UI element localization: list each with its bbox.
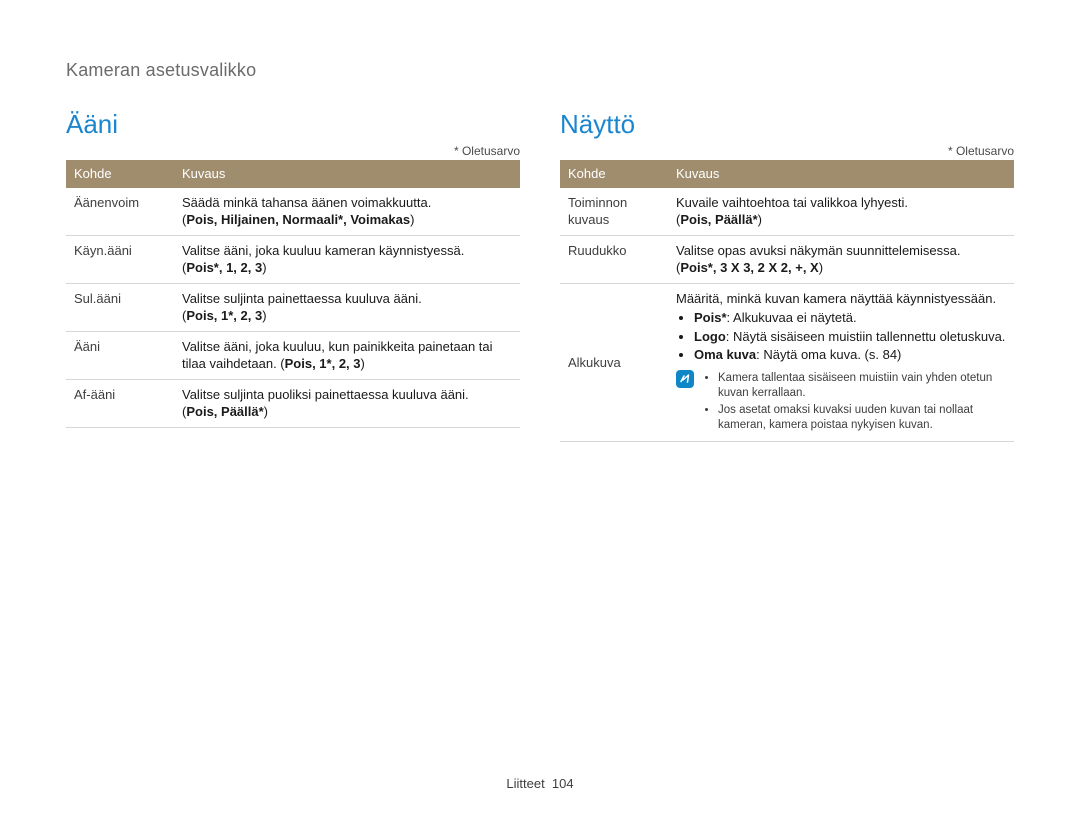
th-kuvaus: Kuvaus <box>668 160 1014 188</box>
list-item: Oma kuva: Näytä oma kuva. (s. 84) <box>694 346 1006 364</box>
cell-kuvaus: Kuvaile vaihtoehtoa tai valikkoa lyhyest… <box>668 188 1014 236</box>
section-title-naytto: Näyttö <box>560 109 1014 140</box>
th-kohde: Kohde <box>66 160 174 188</box>
list-item: Pois*: Alkukuvaa ei näytetä. <box>694 309 1006 327</box>
cell-kohde: Sul.ääni <box>66 283 174 331</box>
columns: Ääni * Oletusarvo Kohde Kuvaus Äänenvoim… <box>66 109 1014 442</box>
cell-kuvaus: Valitse ääni, joka kuuluu kameran käynni… <box>174 235 520 283</box>
cell-kohde: Äänenvoim <box>66 188 174 236</box>
left-column: Ääni * Oletusarvo Kohde Kuvaus Äänenvoim… <box>66 109 520 442</box>
page: Kameran asetusvalikko Ääni * Oletusarvo … <box>0 0 1080 815</box>
table-row: Käyn.ääni Valitse ääni, joka kuuluu kame… <box>66 235 520 283</box>
th-kohde: Kohde <box>560 160 668 188</box>
table-row: Ruudukko Valitse opas avuksi näkymän suu… <box>560 235 1014 283</box>
cell-kohde: Alkukuva <box>560 283 668 441</box>
right-column: Näyttö * Oletusarvo Kohde Kuvaus Toiminn… <box>560 109 1014 442</box>
default-note-right: * Oletusarvo <box>560 144 1014 158</box>
list-item: Jos asetat omaksi kuvaksi uuden kuvan ta… <box>718 403 1006 434</box>
table-row: Alkukuva Määritä, minkä kuvan kamera näy… <box>560 283 1014 441</box>
table-row: Ääni Valitse ääni, joka kuuluu, kun pain… <box>66 331 520 379</box>
cell-kohde: Ääni <box>66 331 174 379</box>
cell-kuvaus: Valitse suljinta puoliksi painettaessa k… <box>174 379 520 427</box>
cell-kuvaus: Määritä, minkä kuvan kamera näyttää käyn… <box>668 283 1014 441</box>
table-row: Sul.ääni Valitse suljinta painettaessa k… <box>66 283 520 331</box>
cell-kohde: Toiminnon kuvaus <box>560 188 668 236</box>
list-item: Logo: Näytä sisäiseen muistiin tallennet… <box>694 328 1006 346</box>
table-row: Äänenvoim Säädä minkä tahansa äänen voim… <box>66 188 520 236</box>
note-box: Kamera tallentaa sisäiseen muistiin vain… <box>676 370 1006 435</box>
footer: Liitteet 104 <box>0 776 1080 791</box>
settings-table-right: Kohde Kuvaus Toiminnon kuvaus Kuvaile va… <box>560 160 1014 442</box>
cell-kohde: Käyn.ääni <box>66 235 174 283</box>
alkukuva-options: Pois*: Alkukuvaa ei näytetä. Logo: Näytä… <box>694 309 1006 364</box>
cell-kuvaus: Valitse ääni, joka kuuluu, kun painikkei… <box>174 331 520 379</box>
cell-kuvaus: Valitse opas avuksi näkymän suunnittelem… <box>668 235 1014 283</box>
list-item: Kamera tallentaa sisäiseen muistiin vain… <box>718 371 1006 402</box>
table-row: Toiminnon kuvaus Kuvaile vaihtoehtoa tai… <box>560 188 1014 236</box>
cell-kohde: Ruudukko <box>560 235 668 283</box>
settings-table-left: Kohde Kuvaus Äänenvoim Säädä minkä tahan… <box>66 160 520 428</box>
footer-label: Liitteet <box>506 776 544 791</box>
breadcrumb: Kameran asetusvalikko <box>66 60 1014 81</box>
cell-kuvaus: Säädä minkä tahansa äänen voimakkuutta. … <box>174 188 520 236</box>
note-icon <box>676 370 694 388</box>
note-list: Kamera tallentaa sisäiseen muistiin vain… <box>718 370 1006 435</box>
section-title-aani: Ääni <box>66 109 520 140</box>
th-kuvaus: Kuvaus <box>174 160 520 188</box>
cell-kuvaus: Valitse suljinta painettaessa kuuluva ää… <box>174 283 520 331</box>
table-row: Af-ääni Valitse suljinta puoliksi painet… <box>66 379 520 427</box>
footer-page: 104 <box>552 776 574 791</box>
cell-kohde: Af-ääni <box>66 379 174 427</box>
default-note-left: * Oletusarvo <box>66 144 520 158</box>
